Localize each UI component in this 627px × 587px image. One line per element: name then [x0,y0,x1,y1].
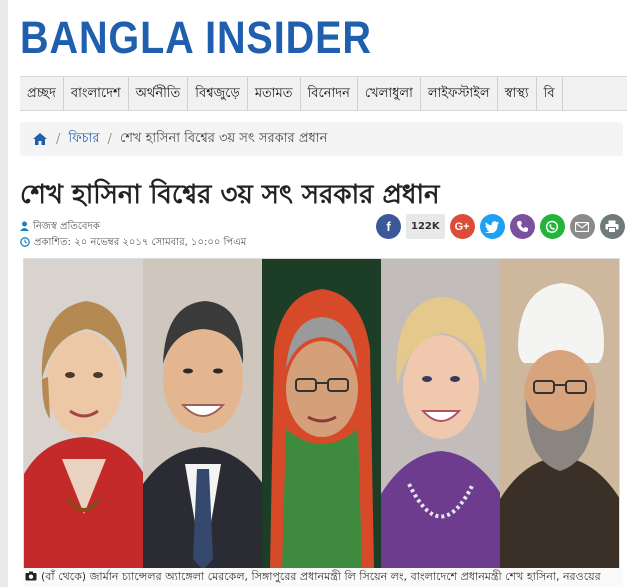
share-count: 122K [406,214,445,239]
camera-icon [25,571,37,584]
photo-panel-lee-hsien-loong [143,259,262,568]
nav-item-more[interactable]: বি [537,77,563,110]
photo-caption-text: (বাঁ থেকে) জার্মান চ্যান্সেলর অ্যাঙ্গেলা… [41,570,601,583]
home-icon[interactable] [32,132,48,146]
main-nav: প্রচ্ছদ বাংলাদেশ অর্থনীতি বিশ্বজুড়ে মতা… [20,76,627,111]
photo-panel-hassan-rouhani [500,259,619,568]
site-logo[interactable]: BANGLA INSIDER [20,14,372,62]
photo-panel-merkel [24,259,143,568]
article-title: শেখ হাসিনা বিশ্বের ৩য় সৎ সরকার প্রধান [20,180,440,210]
nav-item-health[interactable]: স্বাস্থ্য [498,77,537,110]
article-photo[interactable] [23,258,620,569]
breadcrumb-separator: / [107,131,112,147]
twitter-share-icon[interactable] [479,214,505,239]
nav-item-entertainment[interactable]: বিনোদন [301,77,358,110]
user-icon [20,221,29,234]
author-line: নিজস্ব প্রতিবেদক [20,219,100,236]
photo-panel-erna-solberg [381,259,500,568]
breadcrumb-separator: / [56,131,61,147]
breadcrumb-section-link[interactable]: ফিচার [68,129,99,150]
nav-item-bangladesh[interactable]: বাংলাদেশ [64,77,129,110]
nav-item-lifestyle[interactable]: লাইফস্টাইল [421,77,498,110]
nav-item-home[interactable]: প্রচ্ছদ [20,77,64,110]
nav-item-sports[interactable]: খেলাধুলা [358,77,421,110]
published-line: প্রকাশিত: ২০ নভেম্বর ২০১৭ সোমবার, ১০:০০ … [20,235,246,252]
breadcrumb-current: শেখ হাসিনা বিশ্বের ৩য় সৎ সরকার প্রধান [119,130,328,146]
author-name[interactable]: নিজস্ব প্রতিবেদক [33,219,100,236]
nav-item-opinion[interactable]: মতামত [248,77,301,110]
nav-item-world[interactable]: বিশ্বজুড়ে [188,77,248,110]
photo-panel-sheikh-hasina [262,259,381,568]
breadcrumb: / ফিচার / শেখ হাসিনা বিশ্বের ৩য় সৎ সরকা… [20,122,623,156]
email-share-icon[interactable] [569,214,595,239]
whatsapp-share-icon[interactable] [539,214,565,239]
viber-share-icon[interactable] [509,214,535,239]
clock-icon [20,237,30,250]
print-share-icon[interactable] [599,214,625,239]
published-date: প্রকাশিত: ২০ নভেম্বর ২০১৭ সোমবার, ১০:০০ … [34,237,247,248]
left-border [0,0,8,587]
nav-item-economy[interactable]: অর্থনীতি [129,77,189,110]
share-bar: f 122K G+ [376,214,625,239]
google-plus-share-icon[interactable]: G+ [449,214,475,239]
facebook-share-icon[interactable]: f [376,214,401,239]
photo-caption: (বাঁ থেকে) জার্মান চ্যান্সেলর অ্যাঙ্গেলা… [23,568,623,587]
